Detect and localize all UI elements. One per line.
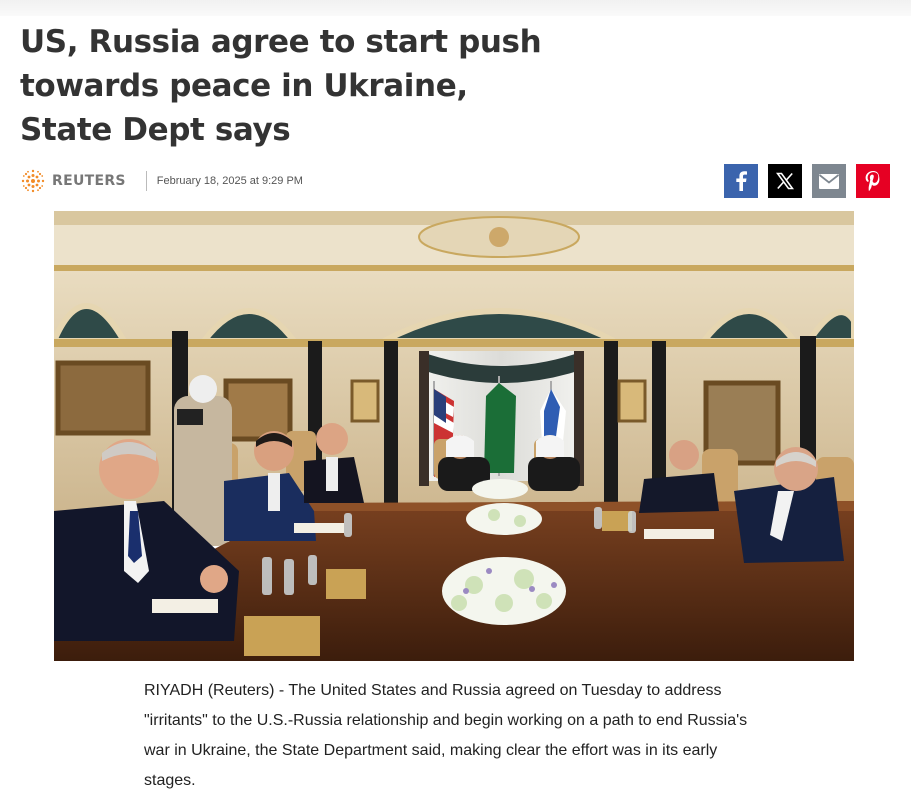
pinterest-share-button[interactable] xyxy=(856,164,890,198)
byline: REUTERS February 18, 2025 at 9:29 PM xyxy=(20,166,303,196)
reuters-logo-icon xyxy=(20,168,46,194)
article-body: RIYADH (Reuters) - The United States and… xyxy=(144,682,748,789)
article-photo[interactable] xyxy=(54,211,854,661)
top-bar xyxy=(0,0,911,16)
article-headline: US, Russia agree to start push towards p… xyxy=(20,24,542,148)
negotiation-table-scene xyxy=(54,211,854,661)
publish-date: February 18, 2025 at 9:29 PM xyxy=(156,175,303,187)
facebook-share-button[interactable] xyxy=(724,164,758,198)
pinterest-icon xyxy=(865,171,881,191)
facebook-icon xyxy=(734,171,748,191)
email-share-button[interactable] xyxy=(812,164,846,198)
source-name[interactable]: REUTERS xyxy=(52,173,126,189)
x-share-button[interactable] xyxy=(768,164,802,198)
byline-divider xyxy=(145,171,147,191)
email-icon xyxy=(819,173,839,189)
x-icon xyxy=(776,172,794,190)
